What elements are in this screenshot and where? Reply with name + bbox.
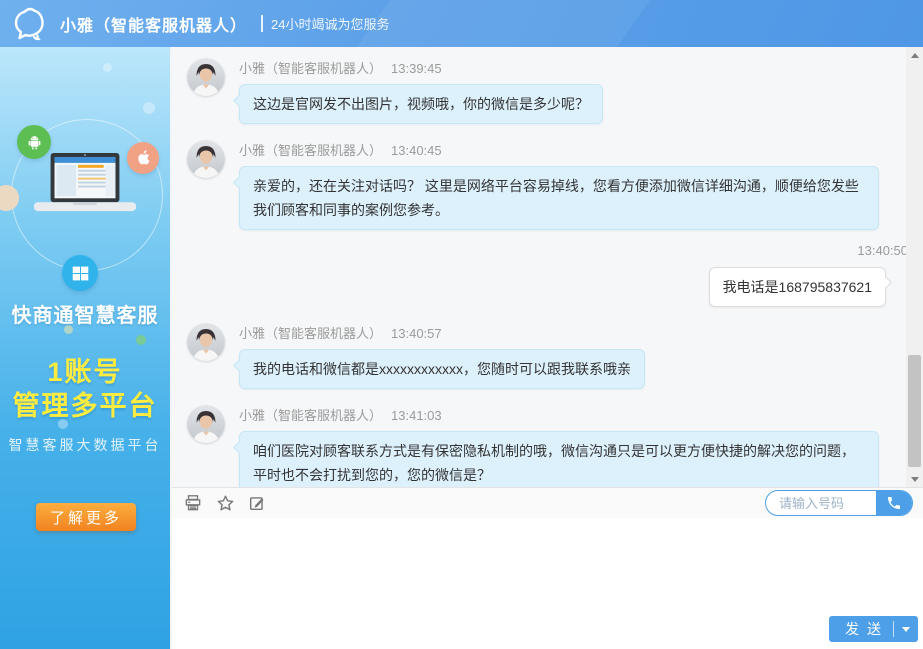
mascot-bubble-logo-icon <box>10 4 50 44</box>
windows-icon <box>62 255 98 291</box>
bot-avatar <box>187 323 225 361</box>
message-bubble: 亲爱的，还在关注对话吗？ 这里是网络平台容易掉线，您看方便添加微信详细沟通，顺便… <box>239 166 879 230</box>
bot-avatar <box>187 140 225 178</box>
window-body: 快商通智慧客服 1账号 管理多平台 智慧客服大数据平台 了解更多 <box>0 47 923 649</box>
message-text: 咱们医院对顾客联系方式是有保密隐私机制的哦，微信沟通只是可以更方便快捷的解决您的… <box>253 443 855 483</box>
message-meta: 13:40:50 <box>172 243 908 258</box>
decorative-dot <box>143 102 155 114</box>
message-input[interactable] <box>172 518 923 649</box>
message-bubble: 我电话是168795837621 <box>709 267 886 307</box>
message-bubble: 我的电话和微信都是xxxxxxxxxxxx，您随时可以跟我联系哦亲 <box>239 349 645 389</box>
message-meta: 小雅（智能客服机器人） 13:40:45 <box>239 140 879 159</box>
phone-number-input[interactable] <box>766 491 876 515</box>
scrollbar-thumb[interactable] <box>908 355 921 467</box>
call-button[interactable] <box>876 491 912 515</box>
phone-icon <box>886 495 902 511</box>
favorite-button[interactable] <box>212 491 238 515</box>
message-timestamp: 13:41:03 <box>391 408 442 423</box>
page-title: 小雅（智能客服机器人） <box>60 12 247 36</box>
send-button-label: 发 送 <box>829 619 893 639</box>
chevron-down-icon <box>902 627 910 632</box>
user-message: 13:40:50 我电话是168795837621 <box>172 243 923 307</box>
scroll-down-icon <box>911 477 919 482</box>
composer-toolbar <box>172 487 923 518</box>
message-body: 小雅（智能客服机器人） 13:41:03 咱们医院对顾客联系方式是有保密隐私机制的… <box>239 402 879 487</box>
message-list: 小雅（智能客服机器人） 13:39:45 这边是官网发不出图片，视频哦，你的微信是… <box>172 47 923 487</box>
print-button[interactable] <box>180 491 206 515</box>
message-meta: 小雅（智能客服机器人） 13:39:45 <box>239 58 603 77</box>
bot-avatar <box>187 58 225 96</box>
chat-scrollbar[interactable] <box>906 47 923 487</box>
printer-icon <box>184 494 202 512</box>
bot-avatar <box>187 405 225 443</box>
decorative-dot <box>103 63 112 72</box>
header-subtitle: 24小时竭诚为您服务 <box>271 14 389 33</box>
phone-callback-widget <box>765 490 913 516</box>
header: 小雅（智能客服机器人） 24小时竭诚为您服务 <box>0 0 923 47</box>
message-text: 亲爱的，还在关注对话吗？ 这里是网络平台容易掉线，您看方便添加微信详细沟通，顺便… <box>253 178 859 218</box>
message-text: 这边是官网发不出图片，视频哦，你的微信是多少呢？ <box>253 96 589 112</box>
send-button[interactable]: 发 送 <box>829 616 918 642</box>
message-timestamp: 13:40:57 <box>391 326 442 341</box>
message-meta: 小雅（智能客服机器人） 13:41:03 <box>239 405 879 424</box>
slogan-line2: 管理多平台 <box>0 384 170 423</box>
promo-sidebar: 快商通智慧客服 1账号 管理多平台 智慧客服大数据平台 了解更多 <box>0 47 172 649</box>
bot-name-label: 小雅（智能客服机器人） <box>239 61 382 76</box>
send-options-button[interactable] <box>894 627 918 632</box>
header-divider <box>261 15 263 32</box>
sub-slogan: 智慧客服大数据平台 <box>0 435 170 455</box>
message-body: 小雅（智能客服机器人） 13:39:45 这边是官网发不出图片，视频哦，你的微信是… <box>239 55 603 124</box>
message-bubble: 咱们医院对顾客联系方式是有保密隐私机制的哦，微信沟通只是可以更方便快捷的解决您的… <box>239 431 879 487</box>
bot-name-label: 小雅（智能客服机器人） <box>239 408 382 423</box>
message-meta: 小雅（智能客服机器人） 13:40:57 <box>239 323 645 342</box>
message-timestamp: 13:39:45 <box>391 61 442 76</box>
laptop-illustration <box>26 153 144 223</box>
bot-name-label: 小雅（智能客服机器人） <box>239 143 382 158</box>
bot-message: 小雅（智能客服机器人） 13:40:45 亲爱的，还在关注对话吗？ 这里是网络平台… <box>172 137 923 230</box>
message-timestamp: 13:40:50 <box>857 243 908 258</box>
learn-more-button[interactable]: 了解更多 <box>36 503 136 531</box>
chat-window: 小雅（智能客服机器人） 24小时竭诚为您服务 <box>0 0 923 649</box>
star-icon <box>216 494 235 513</box>
message-bubble: 这边是官网发不出图片，视频哦，你的微信是多少呢？ <box>239 84 603 124</box>
chat-history-area: 小雅（智能客服机器人） 13:39:45 这边是官网发不出图片，视频哦，你的微信是… <box>172 47 923 487</box>
bot-message: 小雅（智能客服机器人） 13:41:03 咱们医院对顾客联系方式是有保密隐私机制的… <box>172 402 923 487</box>
bot-message: 小雅（智能客服机器人） 13:39:45 这边是官网发不出图片，视频哦，你的微信是… <box>172 55 923 124</box>
edit-icon <box>248 494 266 512</box>
message-body: 小雅（智能客服机器人） 13:40:45 亲爱的，还在关注对话吗？ 这里是网络平台… <box>239 137 879 230</box>
composer-area: 发 送 <box>172 518 923 649</box>
main-column: 小雅（智能客服机器人） 13:39:45 这边是官网发不出图片，视频哦，你的微信是… <box>172 47 923 649</box>
brand-text: 快商通智慧客服 <box>0 299 170 328</box>
bot-message: 小雅（智能客服机器人） 13:40:57 我的电话和微信都是xxxxxxxxxxx… <box>172 320 923 389</box>
edit-note-button[interactable] <box>244 491 270 515</box>
decorative-dot <box>136 335 146 345</box>
bot-name-label: 小雅（智能客服机器人） <box>239 326 382 341</box>
scroll-up-icon <box>911 53 919 58</box>
message-text: 我电话是168795837621 <box>723 279 872 295</box>
message-text: 我的电话和微信都是xxxxxxxxxxxx，您随时可以跟我联系哦亲 <box>253 361 631 377</box>
scroll-up-button[interactable] <box>906 47 923 63</box>
message-body: 小雅（智能客服机器人） 13:40:57 我的电话和微信都是xxxxxxxxxxx… <box>239 320 645 389</box>
scroll-down-button[interactable] <box>906 471 923 487</box>
message-timestamp: 13:40:45 <box>391 143 442 158</box>
